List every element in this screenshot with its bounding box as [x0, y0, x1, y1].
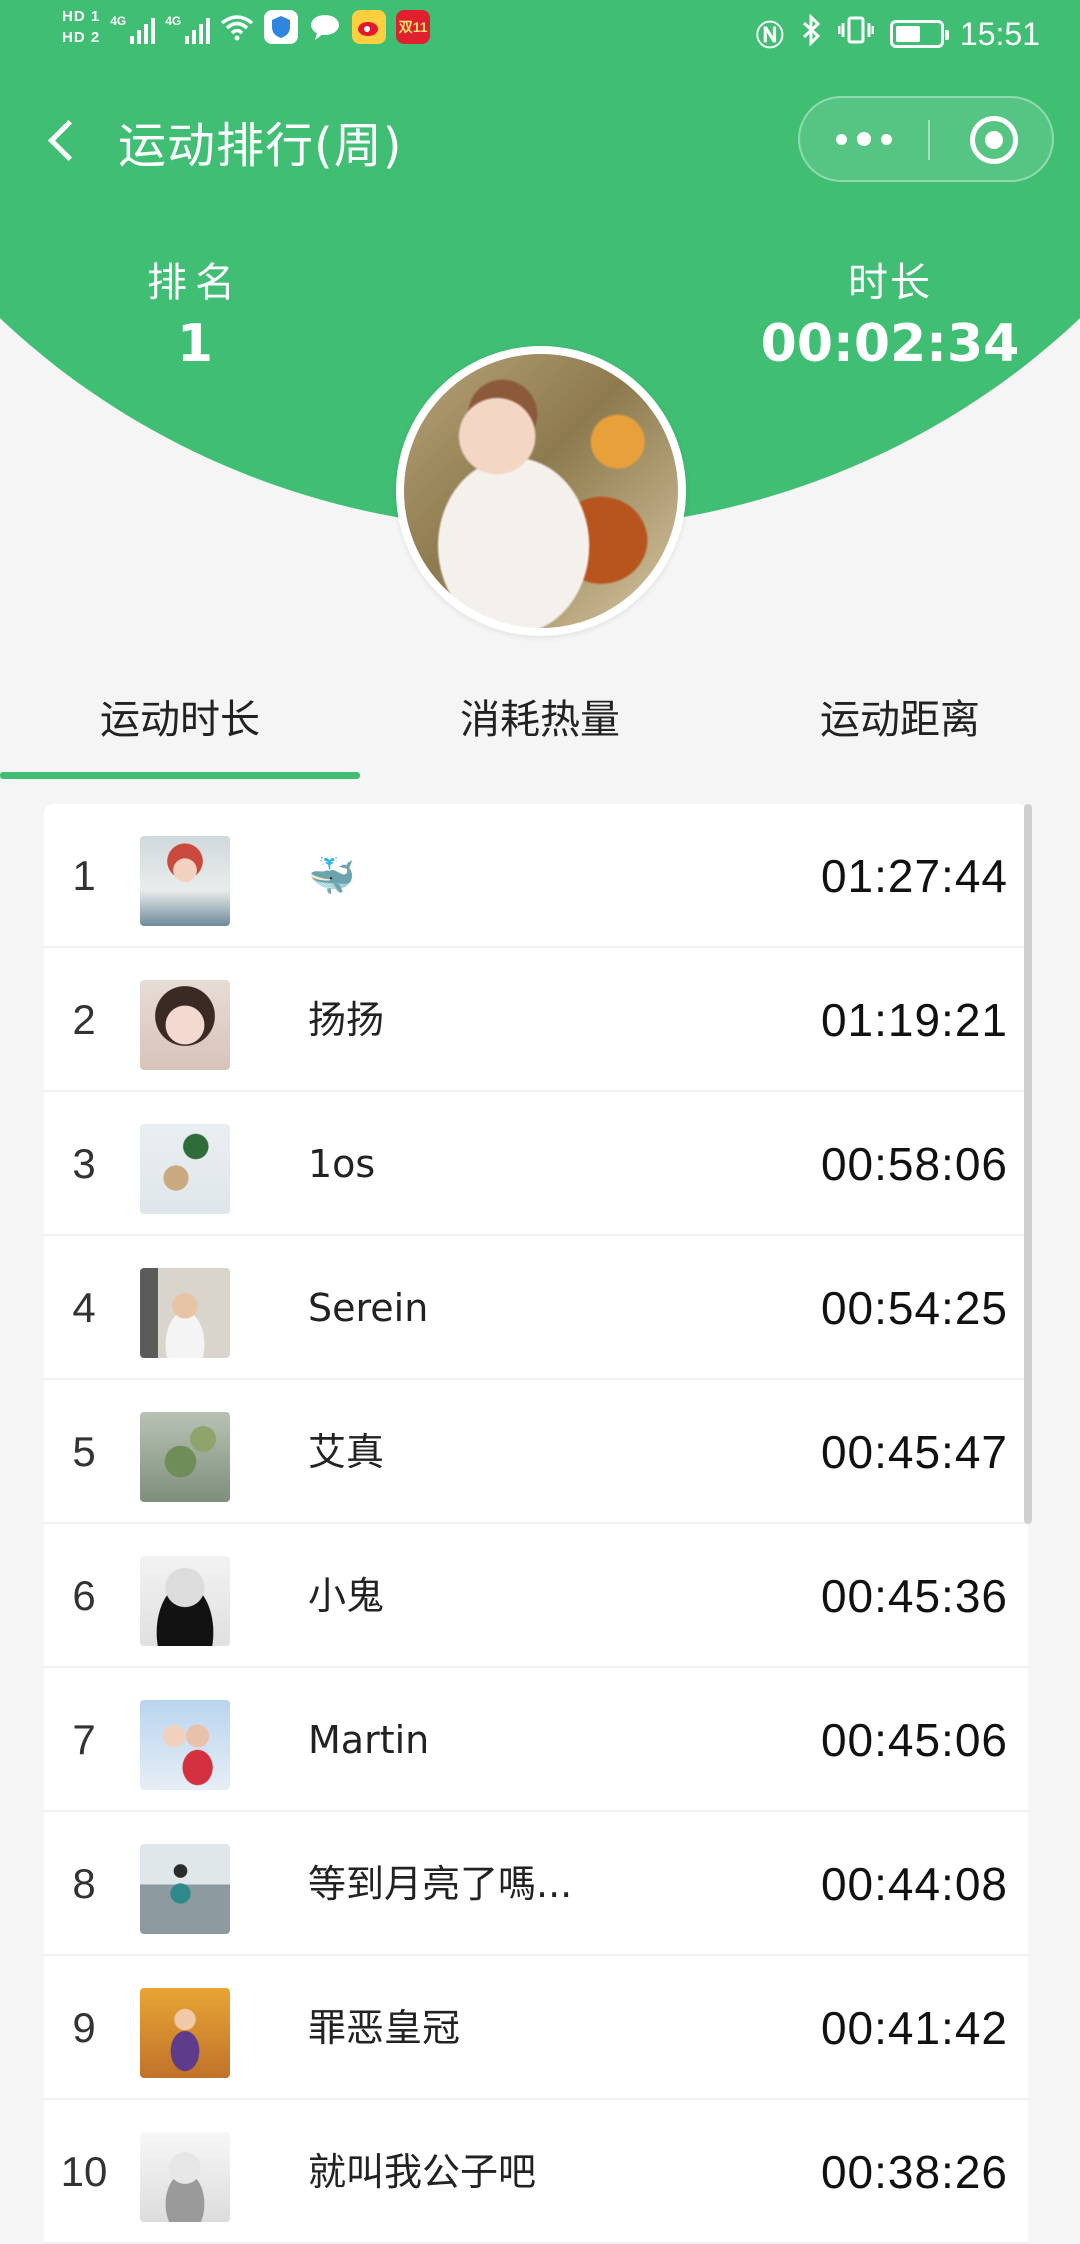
metric-tabs: 运动时长 消耗热量 运动距离 [0, 680, 1080, 780]
shield-icon [264, 10, 299, 44]
signal-icon-2: 4G [165, 10, 211, 44]
list-item[interactable]: 7 Martin 00:45:06 [44, 1668, 1028, 1812]
list-item[interactable]: 10 就叫我公子吧 00:38:26 [44, 2100, 1028, 2244]
status-right: Ⓝ 15:51 [755, 13, 1040, 54]
avatar[interactable] [140, 836, 230, 926]
duration-value: 00:02:34 [760, 314, 1020, 374]
rank-number: 1 [72, 852, 96, 899]
user-name: Serein [308, 1286, 429, 1330]
user-name: 1os [308, 1142, 376, 1186]
duration: 00:45:47 [820, 1426, 1008, 1478]
avatar[interactable] [140, 1124, 230, 1214]
rank-value: 1 [176, 314, 214, 374]
my-duration: 时长 00:02:34 [760, 250, 1020, 374]
tab-calories[interactable]: 消耗热量 [360, 680, 720, 780]
user-name: Martin [308, 1718, 430, 1762]
hd-label-2: HD 2 [62, 29, 101, 46]
miniapp-capsule [798, 96, 1054, 182]
capsule-divider [928, 120, 930, 160]
avatar[interactable] [140, 1988, 230, 2078]
ranking-list[interactable]: 1 🐳 01:27:44 2 扬扬 01:19:21 3 1os 00:58:0… [44, 804, 1028, 2244]
more-options-icon[interactable] [800, 98, 928, 180]
battery-icon [889, 20, 949, 48]
duration: 01:19:21 [820, 994, 1008, 1046]
my-avatar-image [404, 354, 678, 628]
rank-number: 9 [72, 2004, 96, 2051]
user-name: 扬扬 [308, 998, 385, 1042]
list-scrollbar[interactable] [1024, 804, 1032, 1524]
avatar[interactable] [140, 2132, 230, 2222]
list-item[interactable]: 2 扬扬 01:19:21 [44, 948, 1028, 1092]
status-bar: HD 1 HD 2 4G 4G 双11 Ⓝ 15:51 [0, 0, 1080, 70]
page-title: 运动排行(周) [118, 118, 403, 174]
list-item[interactable]: 6 小鬼 00:45:36 [44, 1524, 1028, 1668]
double11-badge-icon: 双11 [396, 10, 431, 44]
nav-bar: 运动排行(周) [0, 80, 1080, 200]
tab-duration[interactable]: 运动时长 [0, 680, 360, 780]
avatar[interactable] [140, 1844, 230, 1934]
list-item[interactable]: 3 1os 00:58:06 [44, 1092, 1028, 1236]
duration: 00:41:42 [820, 2002, 1008, 2054]
weibo-icon [352, 10, 387, 44]
my-avatar[interactable] [396, 346, 686, 636]
user-name: 小鬼 [308, 1574, 385, 1618]
user-name: 等到月亮了嗎... [308, 1862, 573, 1906]
rank-number: 6 [72, 1572, 96, 1619]
duration-label: 时长 [848, 260, 932, 306]
duration: 01:27:44 [820, 850, 1008, 902]
duration: 00:54:25 [820, 1282, 1008, 1334]
rank-number: 5 [72, 1428, 96, 1475]
duration: 00:45:06 [820, 1714, 1008, 1766]
back-icon[interactable] [36, 110, 96, 170]
avatar[interactable] [140, 1412, 230, 1502]
bluetooth-icon [800, 13, 822, 54]
rank-number: 8 [72, 1860, 96, 1907]
signal-icon-1: 4G [110, 10, 156, 44]
list-item[interactable]: 8 等到月亮了嗎... 00:44:08 [44, 1812, 1028, 1956]
avatar[interactable] [140, 980, 230, 1070]
hd-label-1: HD 1 [62, 8, 101, 25]
my-rank: 排名 1 [120, 250, 270, 374]
chat-bubble-icon [308, 10, 342, 44]
avatar[interactable] [140, 1700, 230, 1790]
list-item[interactable]: 4 Serein 00:54:25 [44, 1236, 1028, 1380]
list-item[interactable]: 5 艾真 00:45:47 [44, 1380, 1028, 1524]
avatar[interactable] [140, 1268, 230, 1358]
vibrate-icon [837, 15, 875, 53]
duration: 00:38:26 [820, 2146, 1008, 2198]
nfc-icon: Ⓝ [755, 20, 784, 51]
status-left: HD 1 HD 2 4G 4G 双11 [62, 8, 431, 46]
active-tab-indicator [0, 772, 360, 779]
rank-number: 4 [72, 1284, 96, 1331]
clock: 15:51 [959, 15, 1040, 52]
duration: 00:44:08 [820, 1858, 1008, 1910]
duration: 00:45:36 [820, 1570, 1008, 1622]
user-name: 🐳 [308, 854, 356, 898]
rank-number: 2 [72, 996, 96, 1043]
duration: 00:58:06 [820, 1138, 1008, 1190]
user-name: 艾真 [308, 1430, 385, 1474]
rank-number: 10 [60, 2148, 108, 2195]
user-name: 就叫我公子吧 [308, 2150, 537, 2194]
avatar[interactable] [140, 1556, 230, 1646]
rank-label: 排名 [147, 260, 243, 306]
rank-number: 3 [72, 1140, 96, 1187]
close-miniapp-icon[interactable] [970, 116, 1018, 164]
list-item[interactable]: 9 罪恶皇冠 00:41:42 [44, 1956, 1028, 2100]
user-name: 罪恶皇冠 [308, 2006, 461, 2050]
wifi-icon [220, 10, 254, 44]
rank-number: 7 [72, 1716, 96, 1763]
tab-distance[interactable]: 运动距离 [720, 680, 1080, 780]
list-item[interactable]: 1 🐳 01:27:44 [44, 804, 1028, 948]
